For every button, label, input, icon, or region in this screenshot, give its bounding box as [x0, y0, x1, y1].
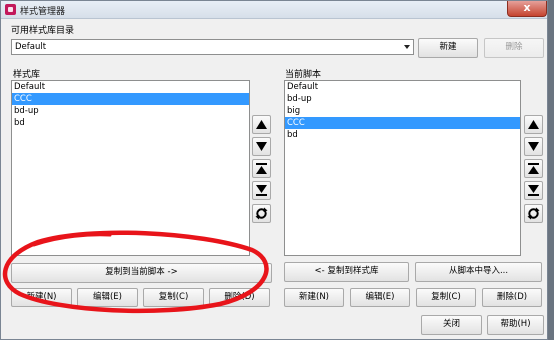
right-move-down-button[interactable] — [524, 137, 543, 156]
left-item[interactable]: Default — [12, 81, 249, 93]
move-top-icon — [528, 163, 539, 174]
right-item[interactable]: Default — [285, 81, 520, 93]
app-icon — [5, 4, 16, 15]
chevron-down-icon[interactable] — [404, 45, 410, 49]
copy-to-style-library-button[interactable]: <- 复制到样式库 — [284, 262, 409, 282]
sort-icon — [527, 207, 540, 220]
title-bar[interactable]: 样式管理器 x — [1, 1, 547, 19]
left-new-button[interactable]: 新建(N) — [11, 288, 72, 307]
style-library-list[interactable]: Default CCC bd-up bd — [11, 80, 250, 256]
current-script-label: 当前脚本 — [285, 70, 322, 80]
help-button[interactable]: 帮助(H) — [487, 315, 544, 335]
left-edit-button[interactable]: 编辑(E) — [77, 288, 138, 307]
left-item[interactable]: CCC — [12, 93, 249, 105]
right-new-button[interactable]: 新建(N) — [284, 288, 344, 307]
right-move-up-button[interactable] — [524, 115, 543, 134]
move-up-icon — [528, 120, 539, 129]
style-library-directory-select[interactable]: Default — [11, 39, 414, 55]
move-up-icon — [256, 120, 267, 129]
right-item[interactable]: bd — [285, 129, 520, 141]
left-copy-button[interactable]: 复制(C) — [143, 288, 204, 307]
move-down-button[interactable] — [252, 137, 271, 156]
current-script-list[interactable]: Default bd-up big CCC bd — [284, 80, 521, 256]
left-item[interactable]: bd — [12, 117, 249, 129]
import-from-script-button[interactable]: 从脚本中导入... — [415, 262, 542, 282]
copy-to-current-script-button[interactable]: 复制到当前脚本 -> — [11, 263, 272, 283]
style-library-label: 样式库 — [13, 70, 41, 80]
move-down-icon — [256, 142, 267, 151]
delete-directory-button[interactable]: 删除 — [484, 38, 544, 58]
right-edit-button[interactable]: 编辑(E) — [350, 288, 410, 307]
style-library-directory-label: 可用样式库目录 — [11, 26, 75, 36]
move-down-icon — [528, 142, 539, 151]
left-item[interactable]: bd-up — [12, 105, 249, 117]
right-move-top-button[interactable] — [524, 159, 543, 178]
right-delete-button[interactable]: 删除(D) — [482, 288, 542, 307]
move-top-button[interactable] — [252, 159, 271, 178]
move-top-icon — [256, 163, 267, 174]
close-button[interactable]: 关闭 — [421, 315, 482, 335]
move-up-button[interactable] — [252, 115, 271, 134]
sort-button[interactable] — [252, 204, 271, 223]
new-directory-button[interactable]: 新建 — [418, 38, 478, 58]
background-desktop — [548, 0, 554, 340]
move-bottom-icon — [528, 185, 539, 196]
window-title: 样式管理器 — [20, 7, 66, 17]
style-manager-dialog: 样式管理器 x 可用样式库目录 Default 新建 删除 样式库 Defaul… — [0, 0, 548, 340]
left-delete-button[interactable]: 删除(D) — [209, 288, 270, 307]
right-item[interactable]: CCC — [285, 117, 520, 129]
right-item[interactable]: big — [285, 105, 520, 117]
sort-icon — [255, 207, 268, 220]
close-window-button[interactable]: x — [507, 1, 547, 17]
right-copy-button[interactable]: 复制(C) — [416, 288, 476, 307]
right-item[interactable]: bd-up — [285, 93, 520, 105]
right-move-bottom-button[interactable] — [524, 181, 543, 200]
move-bottom-button[interactable] — [252, 181, 271, 200]
right-sort-button[interactable] — [524, 204, 543, 223]
move-bottom-icon — [256, 185, 267, 196]
combo-selected-value: Default — [15, 42, 47, 52]
